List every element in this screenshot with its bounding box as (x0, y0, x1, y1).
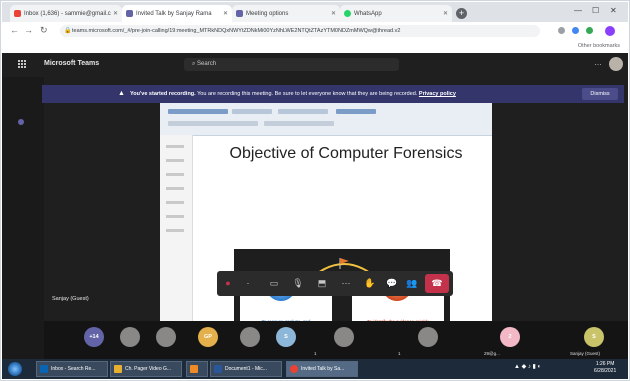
teams-app: Microsoft Teams ⌕ Search … ▲ You've star… (2, 53, 628, 369)
whatsapp-icon (344, 10, 351, 17)
meeting-controls: ● · ▭ 🎙 ⬒ ⋯ ✋ 💬 👥 ☎ (217, 271, 453, 296)
presentation-toolbar (160, 103, 492, 136)
taskbar-item-chrome[interactable]: Invited Talk by Sa... (286, 361, 358, 377)
taskbar-item-word[interactable]: Document1 - Mic... (210, 361, 282, 377)
taskbar: Inbox - Search Re... Ch. Pager Video G..… (2, 359, 628, 379)
participant-avatar[interactable]: S (584, 327, 604, 347)
close-icon[interactable]: ✕ (223, 10, 228, 17)
participant-avatar[interactable] (418, 327, 438, 347)
activity-icon[interactable] (18, 119, 24, 125)
media-icon (190, 365, 198, 373)
tab-invited-talk[interactable]: Invited Talk by Sanjay Rama ✕ (122, 5, 232, 22)
banner-title: You've started recording. (130, 91, 196, 97)
clock[interactable]: 1:26 PM 6/28/2021 (594, 361, 616, 375)
more-options-icon[interactable]: … (594, 58, 602, 67)
participants-icon[interactable]: 👥 (405, 276, 419, 290)
mic-icon[interactable]: 🎙 (291, 276, 305, 290)
participant-avatar[interactable]: S (276, 327, 296, 347)
lock-icon: 🔒 (64, 28, 72, 34)
browser-tab-strip: Inbox (1,636) - sammie@gmail.c ✕ Invited… (2, 2, 628, 22)
participant-strip: +14 GP S 1 1 2 29@g... S Sanjay (Guest) (44, 321, 628, 359)
chrome-icon (290, 365, 298, 373)
reload-icon[interactable]: ↻ (40, 25, 48, 36)
slide-title: Objective of Computer Forensics (229, 145, 463, 162)
close-window-icon[interactable]: ✕ (610, 6, 617, 15)
hang-up-button[interactable]: ☎ (425, 274, 449, 293)
extension-icon[interactable] (586, 27, 593, 34)
recording-icon: ● (225, 278, 231, 288)
outlook-icon (40, 365, 48, 373)
more-actions-icon[interactable]: ⋯ (339, 276, 353, 290)
close-icon[interactable]: ✕ (331, 10, 336, 17)
chat-icon[interactable]: 💬 (385, 276, 399, 290)
folder-icon (114, 365, 122, 373)
participant-avatar[interactable] (156, 327, 176, 347)
dismiss-button[interactable]: Dismiss (582, 88, 618, 100)
start-button[interactable] (8, 362, 22, 376)
bookmark-star-icon[interactable] (558, 27, 565, 34)
participant-avatar[interactable] (120, 327, 140, 347)
taskbar-item-media[interactable] (186, 361, 208, 377)
close-icon[interactable]: ✕ (443, 10, 448, 17)
app-launcher-icon[interactable] (18, 60, 27, 69)
app-rail (2, 77, 44, 359)
tab-whatsapp[interactable]: WhatsApp ✕ (340, 5, 452, 22)
maximize-icon[interactable]: ☐ (592, 6, 599, 15)
banner-message: You are recording this meeting. Be sure … (195, 91, 418, 97)
word-icon (214, 365, 222, 373)
gmail-icon (14, 10, 21, 17)
participant-avatar[interactable] (240, 327, 260, 347)
forward-icon[interactable]: → (24, 25, 33, 35)
teams-icon (236, 10, 243, 17)
profile-avatar[interactable] (605, 26, 615, 36)
participant-avatar[interactable]: +14 (84, 327, 104, 347)
presenter-name: Sanjay (Guest) (52, 296, 89, 302)
tab-gmail[interactable]: Inbox (1,636) - sammie@gmail.c ✕ (10, 5, 122, 22)
raise-hand-icon[interactable]: ✋ (363, 276, 377, 290)
timer-icon: · (246, 278, 250, 288)
other-bookmarks[interactable]: Other bookmarks (578, 43, 620, 49)
address-bar-row: ← → ↻ 🔒 teams.microsoft.com/_#/pre-join-… (2, 22, 628, 41)
teams-icon (126, 10, 133, 17)
minimize-icon[interactable]: — (574, 6, 582, 15)
share-screen-icon[interactable]: ⬒ (315, 276, 329, 290)
participant-name: 1 (398, 351, 401, 356)
url-input[interactable]: 🔒 teams.microsoft.com/_#/pre-join-callin… (60, 25, 540, 37)
privacy-policy-link[interactable]: Privacy policy (419, 91, 456, 97)
close-icon[interactable]: ✕ (113, 10, 118, 17)
warning-icon: ▲ (118, 90, 125, 97)
camera-icon[interactable]: ▭ (267, 276, 281, 290)
back-icon[interactable]: ← (10, 25, 19, 35)
recording-banner: ▲ You've started recording. You are reco… (42, 85, 624, 103)
participant-name: 29@g... (484, 351, 500, 356)
new-tab-button[interactable]: + (456, 8, 467, 19)
search-input[interactable]: ⌕ Search (184, 58, 399, 71)
tab-meeting-options[interactable]: Meeting options ✕ (232, 5, 340, 22)
flag-icon (339, 258, 349, 269)
participant-avatar[interactable] (334, 327, 354, 347)
teams-header: Microsoft Teams ⌕ Search … (2, 53, 628, 77)
system-tray[interactable]: ▲ ◆ ♪ ▮ ◐ (514, 363, 541, 370)
taskbar-item-outlook[interactable]: Inbox - Search Re... (36, 361, 108, 377)
participant-name: 1 (314, 351, 317, 356)
participant-name: Sanjay (Guest) (570, 351, 601, 356)
avatar[interactable] (609, 57, 623, 71)
participant-avatar[interactable]: GP (198, 327, 218, 347)
participant-avatar[interactable]: 2 (500, 327, 520, 347)
extension-icon[interactable] (572, 27, 579, 34)
taskbar-item-pager[interactable]: Ch. Pager Video G... (110, 361, 182, 377)
bookmarks-bar: Other bookmarks (2, 40, 628, 53)
app-title: Microsoft Teams (44, 60, 100, 67)
